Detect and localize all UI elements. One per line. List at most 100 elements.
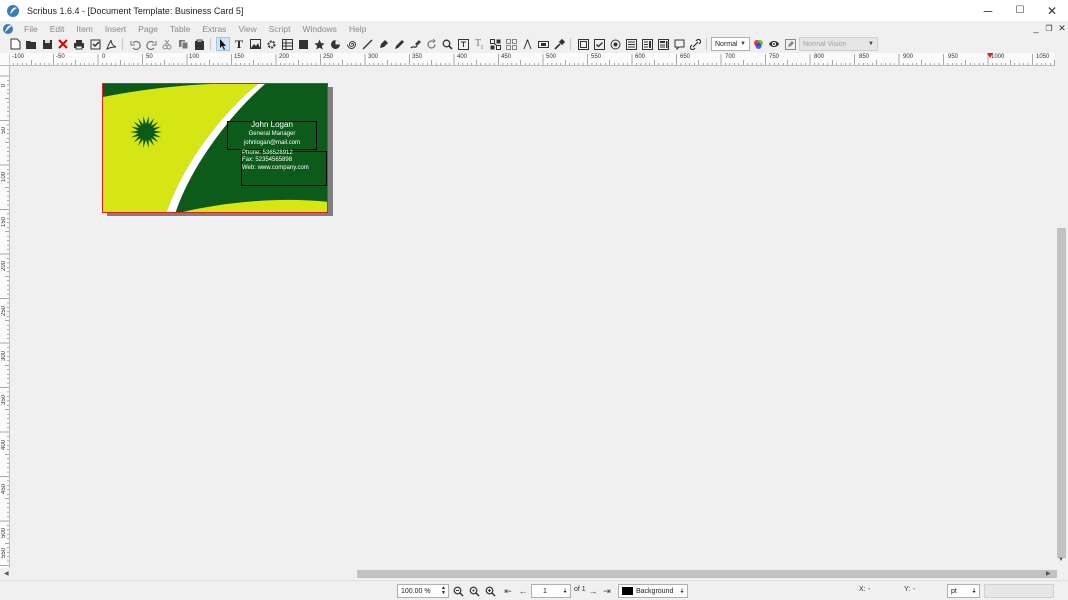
menu-edit[interactable]: Edit [44, 24, 71, 34]
unlink-frames-icon [505, 38, 517, 50]
arc-tool-button[interactable] [328, 37, 342, 51]
line-tool-button[interactable] [360, 37, 374, 51]
measurements-tool-button[interactable] [520, 37, 534, 51]
unit-select[interactable]: pt 🠇 [947, 584, 980, 598]
calligraphic-tool-button[interactable] [408, 37, 422, 51]
page-number-select[interactable]: 1 🠇 [531, 584, 571, 598]
unit-value: pt [951, 587, 957, 595]
chevron-down-icon: 🠇 [680, 588, 684, 595]
menu-extras[interactable]: Extras [196, 24, 232, 34]
spiral-tool-button[interactable] [344, 37, 358, 51]
freehand-tool-button[interactable] [392, 37, 406, 51]
ruler-label: 400 [457, 54, 468, 60]
mdi-close-button[interactable]: ✕ [1056, 22, 1068, 34]
vertical-ruler[interactable]: 0 50 100 150 200 250 300 350 400 450 500… [0, 66, 10, 568]
scissors-icon [162, 39, 172, 49]
pdf-list-box-tool[interactable] [656, 37, 670, 51]
export-pdf-button[interactable] [104, 37, 118, 51]
ruler-label: 850 [859, 54, 870, 60]
bezier-tool-button[interactable] [376, 37, 390, 51]
pdf-combo-box-tool[interactable] [640, 37, 654, 51]
menu-item[interactable]: Item [70, 24, 99, 34]
rotate-tool-button[interactable] [424, 37, 438, 51]
scroll-right-arrow-icon[interactable]: ▶ [1046, 570, 1051, 577]
edit-in-preview-button[interactable] [783, 37, 797, 51]
ruler-label: 550 [591, 54, 602, 60]
pdf-radio-button-tool[interactable] [608, 37, 622, 51]
mdi-restore-button[interactable]: ❐ [1043, 22, 1055, 34]
polygon-tool-button[interactable] [312, 37, 326, 51]
save-button[interactable] [40, 37, 54, 51]
paste-button[interactable] [192, 37, 206, 51]
render-frame-tool-button[interactable] [264, 37, 278, 51]
unlink-text-frames-button[interactable] [504, 37, 518, 51]
menu-insert[interactable]: Insert [99, 24, 132, 34]
maximize-button[interactable]: ☐ [1004, 0, 1036, 21]
pencil-icon [394, 39, 404, 49]
open-button[interactable] [24, 37, 38, 51]
preview-mode-button[interactable] [767, 37, 781, 51]
menu-table[interactable]: Table [164, 24, 196, 34]
horizontal-scrollbar[interactable]: ◀ ▶ [0, 568, 1068, 580]
copy-properties-button[interactable] [536, 37, 550, 51]
menu-page[interactable]: Page [132, 24, 164, 34]
zoom-out-button[interactable] [451, 584, 465, 598]
close-document-button[interactable] [56, 37, 70, 51]
previous-page-button[interactable]: ← [516, 584, 530, 598]
cut-button[interactable] [160, 37, 174, 51]
redo-button[interactable] [144, 37, 158, 51]
scribus-document-icon[interactable] [2, 23, 14, 35]
text-frame-tool-button[interactable]: T [232, 37, 246, 51]
chevron-down-icon: ▼ [868, 41, 874, 47]
story-editor-button[interactable]: TI [472, 37, 486, 51]
mdi-minimize-button[interactable]: _ [1030, 22, 1042, 34]
zoom-spin-icon[interactable]: ▲ ▼ [441, 586, 446, 596]
edit-contents-button[interactable] [456, 37, 470, 51]
pdf-push-button-tool[interactable] [576, 37, 590, 51]
minimize-button[interactable]: ─ [972, 0, 1004, 21]
ruler-label: 50 [1, 127, 7, 134]
table-tool-button[interactable] [280, 37, 294, 51]
image-frame-tool-button[interactable] [248, 37, 262, 51]
zoom-input[interactable]: 100.00 % ▲ ▼ [397, 584, 449, 598]
color-management-button[interactable] [751, 37, 765, 51]
document-canvas[interactable]: John Logan General Manager johnlogan@mai… [10, 66, 1055, 568]
preflight-verifier-button[interactable] [88, 37, 102, 51]
vertical-scrollbar-thumb[interactable] [1057, 228, 1066, 558]
select-tool-button[interactable] [216, 37, 230, 51]
menu-file[interactable]: File [18, 24, 44, 34]
layer-select[interactable]: Background 🠇 [618, 584, 688, 598]
print-button[interactable] [72, 37, 86, 51]
business-card-page[interactable]: John Logan General Manager johnlogan@mai… [102, 83, 328, 213]
scroll-down-arrow-icon[interactable]: ▼ [1058, 557, 1064, 563]
pdf-text-field-tool[interactable] [624, 37, 638, 51]
link-text-frames-button[interactable] [488, 37, 502, 51]
copy-button[interactable] [176, 37, 190, 51]
new-document-button[interactable] [8, 37, 22, 51]
eyedropper-tool-button[interactable] [552, 37, 566, 51]
preview-mode-select[interactable]: Normal ▼ [711, 37, 750, 51]
vertical-scrollbar[interactable]: ▼ [1055, 53, 1068, 568]
ruler-corner[interactable] [0, 53, 9, 66]
horizontal-scrollbar-thumb[interactable] [357, 570, 1057, 578]
menu-windows[interactable]: Windows [296, 24, 342, 34]
pdf-checkbox-tool[interactable] [592, 37, 606, 51]
last-page-button[interactable]: ⇥ [600, 584, 614, 598]
menu-help[interactable]: Help [343, 24, 372, 34]
menu-view[interactable]: View [232, 24, 262, 34]
zoom-in-button[interactable] [483, 584, 497, 598]
menu-script[interactable]: Script [263, 24, 297, 34]
zoom-100-button[interactable] [467, 584, 481, 598]
shape-tool-button[interactable] [296, 37, 310, 51]
scroll-left-arrow-icon[interactable]: ◀ [4, 570, 9, 577]
visual-appearance-select[interactable]: Normal Vision ▼ [799, 37, 878, 51]
pdf-link-annotation-tool[interactable] [688, 37, 702, 51]
zoom-tool-button[interactable] [440, 37, 454, 51]
ruler-label: 300 [1, 351, 7, 362]
next-page-button[interactable]: → [586, 584, 600, 598]
first-page-button[interactable]: ⇤ [501, 584, 515, 598]
pdf-text-annotation-tool[interactable] [672, 37, 686, 51]
horizontal-ruler[interactable]: -100 -50 0 50 100 150 200 250 300 350 40… [9, 53, 1055, 66]
undo-button[interactable] [128, 37, 142, 51]
close-window-button[interactable]: ✕ [1036, 0, 1068, 21]
